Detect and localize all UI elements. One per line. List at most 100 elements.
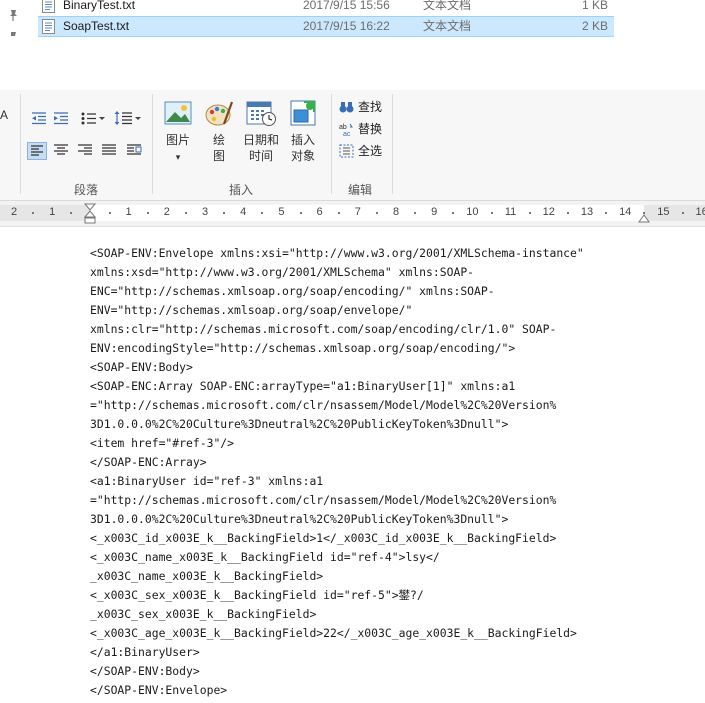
ruler-label: 3 <box>201 206 209 218</box>
ruler-tick <box>184 212 187 214</box>
document-line: <a1:BinaryUser id="ref-3" xmlns:a1 <box>90 474 324 488</box>
align-left-icon[interactable] <box>27 142 47 160</box>
ruler-tick <box>490 212 493 214</box>
replace-icon: ab ac <box>339 123 353 136</box>
document-line: </SOAP-ENC:Array> <box>90 455 207 469</box>
document-line: </a1:BinaryUser> <box>90 645 200 659</box>
ruler-label: 8 <box>392 206 400 218</box>
ruler-label: 9 <box>431 206 438 218</box>
replace-label: 替换 <box>358 122 383 136</box>
paint-label-1: 绘 <box>212 133 225 147</box>
ruler-label: 16 <box>695 206 705 218</box>
calendar-icon <box>246 101 276 126</box>
ruler-label: 12 <box>542 206 555 218</box>
file-row[interactable]: BinaryTest.txt 2017/9/15 15:56 文本文档 1 KB <box>38 0 614 15</box>
ruler-tick <box>146 212 149 214</box>
document-line: xmlns:xsd="http://www.w3.org/2001/XMLSch… <box>90 265 475 279</box>
group-label-paragraph: 段落 <box>74 183 99 197</box>
insert-picture-label: 图片 <box>165 133 190 147</box>
ruler-label: 2 <box>10 206 18 218</box>
font-cut-label: A <box>0 108 9 122</box>
ruler-tick <box>32 212 35 214</box>
find-button[interactable]: 查找 <box>339 98 389 116</box>
file-date: 2017/9/15 16:22 <box>303 19 390 33</box>
indent-marker[interactable] <box>84 203 96 225</box>
document-line: _x003C_name_x003E_k__BackingField> <box>90 569 324 583</box>
ruler-tick <box>108 212 111 214</box>
ruler-tick <box>605 212 608 214</box>
document-line: xmlns:clr="http://schemas.microsoft.com/… <box>90 322 557 336</box>
bullet-list-icon[interactable] <box>80 110 106 126</box>
group-separator <box>331 94 332 194</box>
text-file-icon <box>42 0 55 13</box>
file-name: BinaryTest.txt <box>63 0 136 12</box>
ruler-tick <box>375 212 378 214</box>
group-label-insert: 插入 <box>229 183 254 197</box>
ruler-label: 15 <box>657 206 670 218</box>
file-row-selected[interactable]: SoapTest.txt 2017/9/15 16:22 文本文档 2 KB <box>38 16 614 37</box>
find-label: 查找 <box>358 100 383 114</box>
date-time-label-1: 日期和 <box>242 133 279 147</box>
date-time-button[interactable]: 日期和 时间 <box>240 98 282 164</box>
document-line: ENV="http://schemas.xmlsoap.org/soap/env… <box>90 303 413 317</box>
align-center-icon[interactable] <box>52 142 70 158</box>
insert-object-label-2: 对象 <box>290 149 315 163</box>
ruler-label: 14 <box>619 206 632 218</box>
group-separator <box>152 94 153 194</box>
paint-icon <box>205 101 234 126</box>
ruler-label: 4 <box>240 206 247 218</box>
pin-icon[interactable] <box>6 8 20 22</box>
group-label-editing: 编辑 <box>348 183 373 197</box>
ruler[interactable]: 2 1 1 2 3 4 5 6 7 8 9 10 11 12 13 14 15 16 <box>0 201 705 227</box>
ruler-tick <box>337 212 340 214</box>
line-spacing-icon[interactable] <box>114 110 142 126</box>
document-line: <SOAP-ENV:Envelope xmlns:xsi="http://www… <box>90 246 584 260</box>
document-line: </SOAP-ENV:Body> <box>90 664 200 678</box>
select-all-label: 全选 <box>358 144 383 158</box>
ruler-label: 11 <box>504 206 517 218</box>
insert-picture-button[interactable]: 图片 ▾ <box>160 98 196 165</box>
ruler-tick <box>528 212 531 214</box>
right-indent-marker[interactable] <box>638 211 650 223</box>
paint-button[interactable]: 绘 图 <box>202 98 236 164</box>
document-line: <SOAP-ENV:Body> <box>90 360 193 374</box>
ruler-tick <box>414 212 417 214</box>
ruler-label: 2 <box>163 206 170 218</box>
document-line: ENV:encodingStyle="http://schemas.xmlsoa… <box>90 341 516 355</box>
ruler-label: 13 <box>580 206 594 218</box>
document-line: ="http://schemas.microsoft.com/clr/nsass… <box>90 398 557 412</box>
replace-button[interactable]: ab ac 替换 <box>339 120 389 138</box>
file-size: 2 KB <box>581 19 608 33</box>
decrease-indent-icon[interactable] <box>30 110 48 126</box>
select-all-button[interactable]: 全选 <box>339 142 389 160</box>
ruler-label: 10 <box>466 206 479 218</box>
text-file-icon <box>42 19 55 34</box>
pin-icon[interactable] <box>6 30 20 36</box>
document-line: <item href="#ref-3"/> <box>90 436 235 450</box>
ruler-label: 5 <box>278 206 285 218</box>
paragraph-settings-icon[interactable] <box>125 142 143 158</box>
group-separator <box>392 94 393 194</box>
paint-label-2: 图 <box>212 149 225 163</box>
file-date: 2017/9/15 15:56 <box>303 0 390 12</box>
file-type: 文本文档 <box>423 0 472 12</box>
svg-text:ab: ab <box>339 124 347 131</box>
select-all-icon <box>339 144 354 158</box>
align-right-icon[interactable] <box>76 142 94 158</box>
justify-icon[interactable] <box>100 142 118 158</box>
file-type: 文本文档 <box>423 19 472 33</box>
picture-icon <box>164 101 192 125</box>
ruler-label: 1 <box>125 206 132 218</box>
ruler-label: 7 <box>354 206 361 218</box>
document-line: <_x003C_name_x003E_k__BackingField id="r… <box>90 550 440 564</box>
ruler-tick <box>299 212 302 214</box>
document-line: ="http://schemas.microsoft.com/clr/nsass… <box>90 493 557 507</box>
document-line: <SOAP-ENC:Array SOAP-ENC:arrayType="a1:B… <box>90 379 516 393</box>
document-line: _x003C_sex_x003E_k__BackingField> <box>90 607 317 621</box>
insert-object-button[interactable]: 插入 对象 <box>286 98 320 164</box>
document-text[interactable]: <SOAP-ENV:Envelope xmlns:xsi="http://www… <box>90 244 690 700</box>
document-line: 3D1.0.0.0%2C%20Culture%3Dneutral%2C%20Pu… <box>90 512 509 526</box>
increase-indent-icon[interactable] <box>52 110 70 126</box>
object-icon <box>290 100 316 126</box>
document-line: <_x003C_id_x003E_k__BackingField>1</_x00… <box>90 531 557 545</box>
